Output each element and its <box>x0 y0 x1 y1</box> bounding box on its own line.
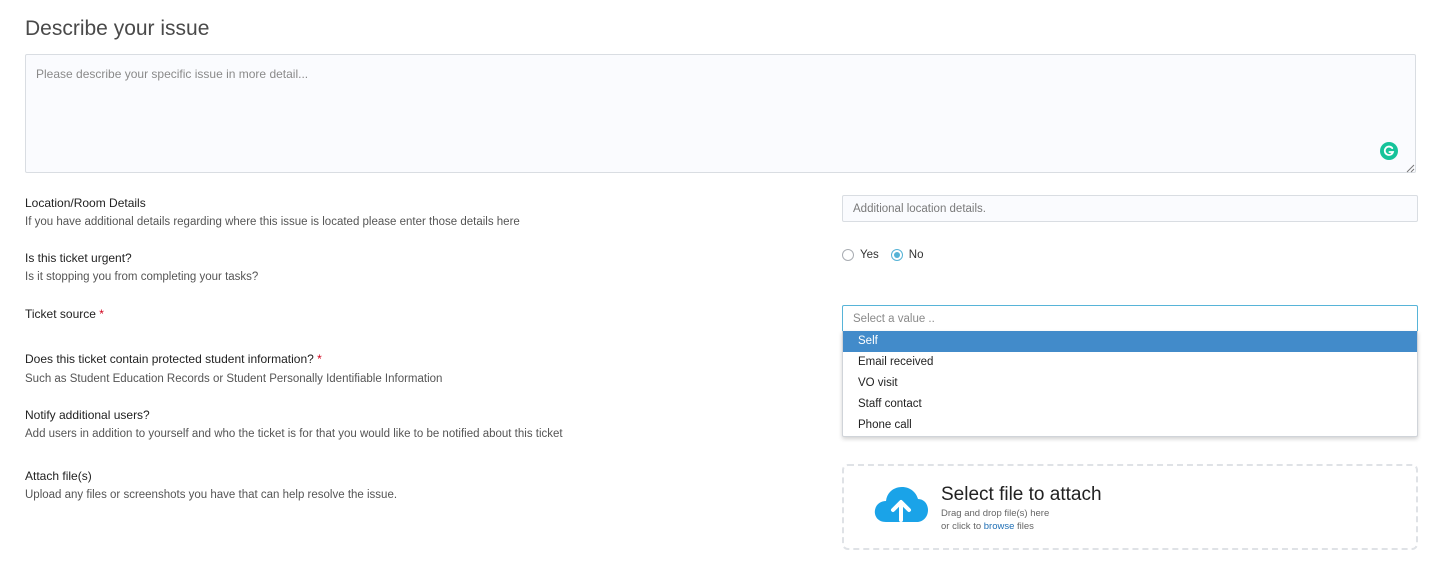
notify-help: Add users in addition to yourself and wh… <box>25 428 563 440</box>
ticket-source-dropdown: Self Email received VO visit Staff conta… <box>842 331 1418 437</box>
location-label: Location/Room Details <box>25 196 146 210</box>
urgent-label: Is this ticket urgent? <box>25 251 132 265</box>
dropdown-option-phone-call[interactable]: Phone call <box>843 415 1417 436</box>
required-mark: * <box>99 307 104 321</box>
dropdown-option-staff-contact[interactable]: Staff contact <box>843 394 1417 415</box>
browse-link[interactable]: browse <box>984 521 1015 532</box>
grammarly-icon[interactable] <box>1380 142 1398 160</box>
dropdown-option-vo-visit[interactable]: VO visit <box>843 373 1417 394</box>
urgent-no-label[interactable]: No <box>909 249 924 261</box>
drop-zone-line1: Drag and drop file(s) here <box>941 508 1050 519</box>
protected-info-label: Does this ticket contain protected stude… <box>25 352 322 366</box>
dropdown-option-self[interactable]: Self <box>843 331 1417 352</box>
cloud-upload-icon <box>874 487 928 522</box>
protected-info-help: Such as Student Education Records or Stu… <box>25 373 443 385</box>
issue-heading: Describe your issue <box>25 17 210 40</box>
issue-description-textarea[interactable] <box>25 54 1416 173</box>
urgent-yes-label[interactable]: Yes <box>860 249 879 261</box>
dropdown-option-email-received[interactable]: Email received <box>843 352 1417 373</box>
drop-zone-title: Select file to attach <box>941 484 1102 505</box>
drop-zone-prefix: or click to <box>941 521 982 532</box>
location-help: If you have additional details regarding… <box>25 216 520 228</box>
notify-label: Notify additional users? <box>25 408 150 422</box>
ticket-source-search-input[interactable] <box>843 306 1417 331</box>
ticket-source-label: Ticket source * <box>25 307 104 321</box>
urgent-no-radio[interactable] <box>890 249 903 261</box>
attach-help: Upload any files or screenshots you have… <box>25 489 398 501</box>
urgent-help: Is it stopping you from completing your … <box>25 271 259 283</box>
file-drop-zone[interactable]: Select file to attach Drag and drop file… <box>842 464 1418 550</box>
urgent-radio-group: Yes No <box>842 249 923 261</box>
resize-grip-icon[interactable] <box>1406 164 1415 173</box>
required-mark: * <box>317 352 322 366</box>
attach-label: Attach file(s) <box>25 469 92 483</box>
ticket-source-label-text: Ticket source <box>25 307 96 321</box>
urgent-yes-radio[interactable] <box>842 249 854 261</box>
location-input[interactable] <box>842 195 1418 222</box>
drop-zone-line2: or click to browse files <box>941 521 1034 532</box>
drop-zone-suffix: files <box>1017 521 1034 532</box>
protected-info-label-text: Does this ticket contain protected stude… <box>25 352 314 366</box>
ticket-source-select[interactable] <box>842 305 1418 332</box>
